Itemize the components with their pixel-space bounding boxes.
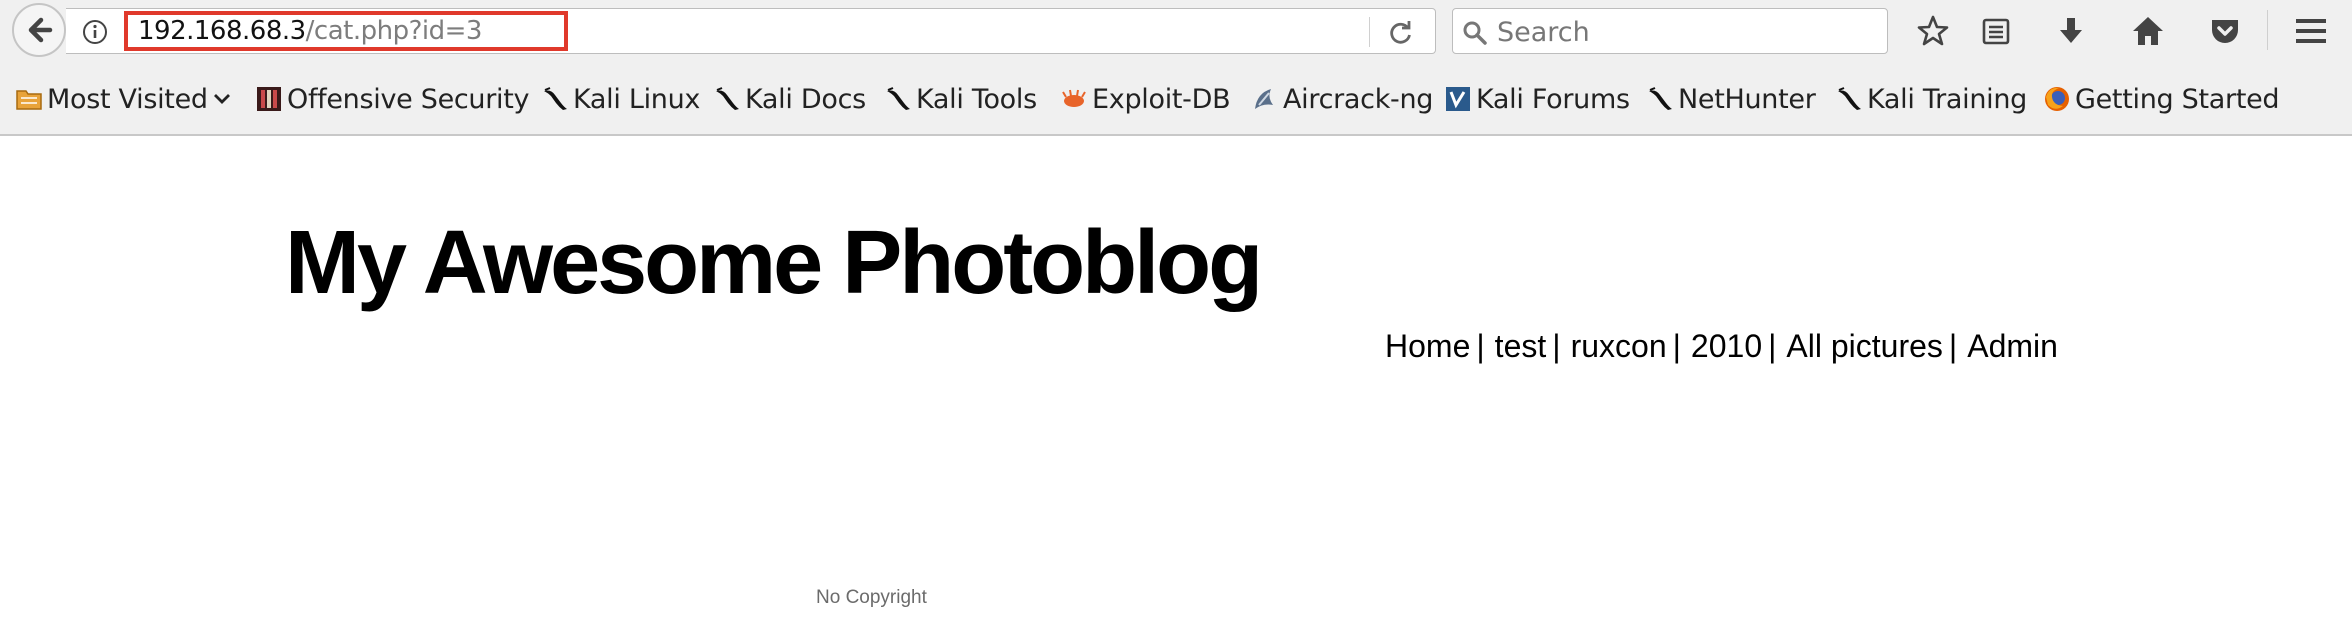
bookmark-kali-training[interactable]: Kali Training	[1835, 82, 2027, 116]
url-divider	[1369, 17, 1370, 47]
nav-link-all-pictures[interactable]: All pictures	[1786, 328, 1943, 364]
home-icon[interactable]	[2127, 10, 2169, 52]
bookmark-kali-forums[interactable]: Kali Forums	[1444, 82, 1630, 116]
bookmark-exploit-db[interactable]: Exploit-DB	[1060, 82, 1231, 116]
back-button[interactable]	[12, 3, 66, 57]
reading-list-icon[interactable]	[1975, 10, 2017, 52]
nav-link-admin[interactable]: Admin	[1967, 328, 2058, 364]
bookmark-kali-linux[interactable]: Kali Linux	[541, 82, 700, 116]
bookmark-offensive-security[interactable]: Offensive Security	[255, 82, 530, 116]
chevron-down-icon	[212, 89, 232, 109]
bookmark-label: Most Visited	[47, 83, 208, 115]
kali-dragon-icon	[884, 85, 912, 113]
bookmark-aircrack-ng[interactable]: Aircrack-ng	[1251, 82, 1433, 116]
browser-toolbar: 192.168.68.3/cat.php?id=3 Search	[0, 0, 2352, 60]
offsec-icon	[255, 85, 283, 113]
kali-forums-icon	[1444, 85, 1472, 113]
bookmark-label: Getting Started	[2075, 83, 2280, 115]
bookmark-getting-started[interactable]: Getting Started	[2043, 82, 2280, 116]
firefox-icon	[2043, 85, 2071, 113]
nav-separator: |	[1948, 328, 1958, 364]
bookmark-label: Exploit-DB	[1092, 83, 1231, 115]
toolbar-separator	[2267, 10, 2268, 50]
aircrack-icon	[1251, 85, 1279, 113]
nav-link-2010[interactable]: 2010	[1691, 328, 1762, 364]
bookmark-label: NetHunter	[1678, 83, 1816, 115]
site-nav: Home | test | ruxcon | 2010 | All pictures | Admin	[1385, 330, 2058, 362]
back-arrow-icon	[24, 15, 54, 45]
bookmark-most-visited[interactable]: Most Visited	[15, 82, 232, 116]
page-title: My Awesome Photoblog	[285, 213, 1263, 313]
pocket-icon[interactable]	[2204, 10, 2246, 52]
bookmark-star-icon[interactable]	[1912, 10, 1954, 52]
url-highlight-box[interactable]: 192.168.68.3/cat.php?id=3	[124, 11, 568, 51]
info-icon[interactable]	[82, 19, 108, 45]
nav-separator: |	[1476, 328, 1485, 364]
bookmark-label: Kali Linux	[573, 83, 701, 115]
search-placeholder: Search	[1497, 17, 1590, 48]
kali-dragon-icon	[541, 85, 569, 113]
bookmark-label: Kali Tools	[916, 83, 1037, 115]
kali-dragon-icon	[1835, 85, 1863, 113]
hamburger-menu-icon[interactable]	[2290, 10, 2332, 52]
bookmarks-toolbar: Most Visited Offensive Security Kali Lin…	[0, 60, 2352, 136]
url-path: /cat.php?id=3	[305, 16, 483, 46]
kali-dragon-icon	[1646, 85, 1674, 113]
nav-separator: |	[1768, 328, 1777, 364]
kali-dragon-icon	[713, 85, 741, 113]
nav-link-home[interactable]: Home	[1385, 328, 1470, 364]
bookmark-label: Kali Forums	[1476, 83, 1630, 115]
url-host: 192.168.68.3	[138, 16, 306, 46]
nav-link-test[interactable]: test	[1495, 328, 1547, 364]
reload-icon[interactable]	[1386, 18, 1416, 48]
url-bar[interactable]: 192.168.68.3/cat.php?id=3	[66, 8, 1436, 54]
exploitdb-icon	[1060, 85, 1088, 113]
bookmark-label: Offensive Security	[287, 83, 530, 115]
download-icon[interactable]	[2050, 10, 2092, 52]
bookmark-kali-tools[interactable]: Kali Tools	[884, 82, 1037, 116]
footer-copyright: No Copyright	[816, 587, 927, 608]
nav-separator: |	[1552, 328, 1561, 364]
nav-link-ruxcon[interactable]: ruxcon	[1571, 328, 1667, 364]
bookmark-label: Kali Training	[1867, 83, 2027, 115]
bookmark-label: Aircrack-ng	[1283, 83, 1434, 115]
bookmark-label: Kali Docs	[745, 83, 866, 115]
folder-icon	[15, 85, 43, 113]
bookmark-nethunter[interactable]: NetHunter	[1646, 82, 1816, 116]
bookmark-kali-docs[interactable]: Kali Docs	[713, 82, 866, 116]
search-bar[interactable]: Search	[1452, 8, 1888, 54]
nav-separator: |	[1672, 328, 1681, 364]
search-icon	[1461, 19, 1489, 47]
